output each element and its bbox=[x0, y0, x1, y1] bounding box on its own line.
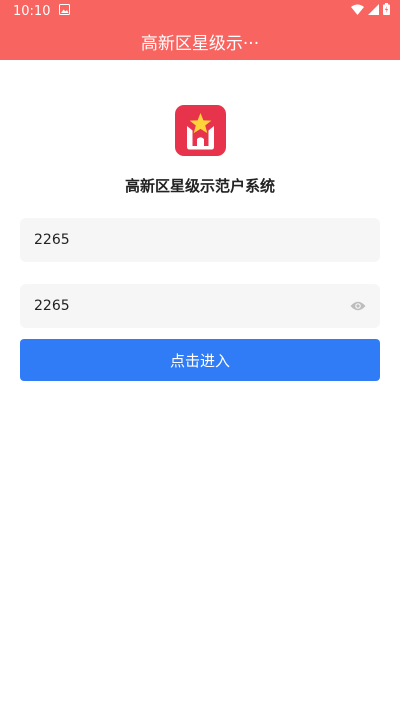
signal-icon bbox=[368, 3, 379, 19]
wifi-icon bbox=[351, 4, 364, 19]
status-time: 10:10 bbox=[13, 3, 51, 19]
app-bar-title-row: 高新区星级示··· bbox=[0, 22, 400, 60]
username-field[interactable] bbox=[20, 218, 380, 262]
star-house-logo-icon bbox=[175, 105, 226, 156]
eye-icon[interactable] bbox=[350, 297, 366, 316]
image-icon bbox=[59, 3, 71, 19]
password-input[interactable] bbox=[34, 298, 350, 314]
status-bar: 10:10 bbox=[0, 0, 400, 22]
enter-button[interactable]: 点击进入 bbox=[20, 339, 380, 381]
app-name: 高新区星级示范户系统 bbox=[124, 177, 275, 195]
app-bar: 10:10 高新区星级示··· bbox=[0, 0, 400, 60]
password-field[interactable] bbox=[20, 284, 380, 328]
username-input[interactable] bbox=[34, 232, 366, 248]
page-title: 高新区星级示··· bbox=[140, 33, 260, 54]
battery-icon bbox=[383, 3, 390, 19]
